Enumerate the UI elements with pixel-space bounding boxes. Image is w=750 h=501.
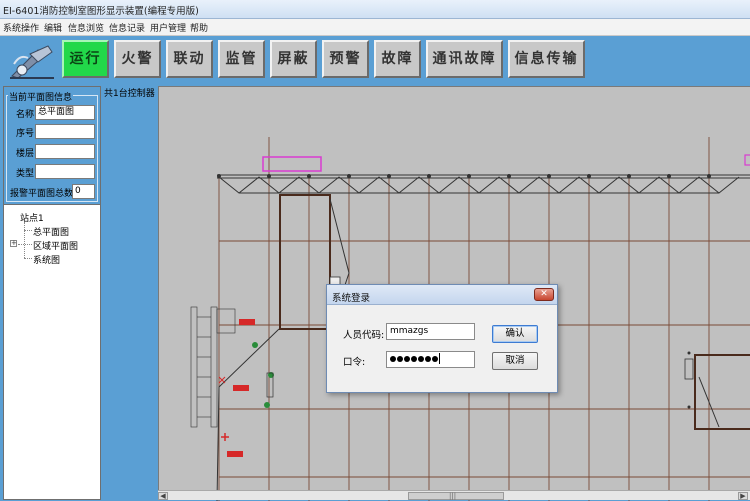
fire-alarm-button[interactable]: 火警	[114, 40, 161, 78]
device-markers	[218, 319, 274, 457]
close-icon[interactable]: ✕	[534, 288, 554, 301]
login-dialog-titlebar: 系统登录 ✕	[327, 285, 557, 305]
menu-user-management[interactable]: 用户管理	[150, 21, 186, 34]
title-bar: EI-6401消防控制室图形显示装置(编程专用版)	[0, 0, 750, 19]
shield-button[interactable]: 屏蔽	[270, 40, 317, 78]
tree-connector	[24, 258, 32, 259]
password-label: 口令:	[343, 357, 366, 368]
user-code-label: 人员代码:	[343, 330, 385, 341]
user-code-input[interactable]: mmazgs	[386, 323, 475, 340]
menu-system-operation[interactable]: 系统操作	[3, 21, 39, 34]
alarm-plan-total-label: 报警平面图总数	[10, 189, 74, 199]
run-button[interactable]: 运行	[62, 40, 109, 78]
controller-count-label: 共1台控制器	[104, 89, 155, 99]
menu-info-browse[interactable]: 信息浏览	[68, 21, 104, 34]
scroll-grip-icon: |||	[449, 492, 457, 500]
site-tree: 站点1 总平面图 + 区域平面图 系统图	[4, 207, 100, 499]
selected-device-marker	[262, 156, 322, 172]
tree-item-master-plan[interactable]: 总平面图	[33, 225, 69, 238]
password-dot	[404, 355, 410, 362]
password-dot	[397, 355, 403, 362]
plan-floor-label: 楼层	[15, 149, 34, 159]
cancel-button[interactable]: 取消	[492, 352, 538, 370]
plan-type-field[interactable]	[35, 164, 95, 179]
tree-connector	[24, 230, 32, 231]
password-dot	[425, 355, 431, 362]
linkage-button[interactable]: 联动	[166, 40, 213, 78]
tree-expand-icon[interactable]: +	[10, 240, 17, 247]
comm-fault-button[interactable]: 通讯故障	[426, 40, 503, 78]
password-dot	[390, 355, 396, 362]
right-room	[684, 354, 750, 430]
app-window: EI-6401消防控制室图形显示装置(编程专用版) 系统操作 编辑 信息浏览 信…	[0, 0, 750, 501]
text-cursor	[439, 353, 440, 364]
plan-name-label: 名称	[15, 110, 34, 120]
plan-name-field[interactable]: 总平面图	[35, 105, 95, 120]
app-logo-icon	[8, 42, 56, 80]
room-outline	[279, 194, 331, 330]
left-panel: 当前平面图信息 名称 总平面图 序号 楼层 类型 报警平面图总数 0 站点1 总…	[3, 86, 101, 500]
plan-type-label: 类型	[15, 169, 34, 179]
plan-info-group: 当前平面图信息 名称 总平面图 序号 楼层 类型 报警平面图总数 0	[4, 87, 100, 205]
menu-info-record[interactable]: 信息记录	[109, 21, 145, 34]
plan-seq-field[interactable]	[35, 124, 95, 139]
login-dialog-title: 系统登录	[332, 293, 371, 304]
menu-bar: 系统操作 编辑 信息浏览 信息记录 用户管理 帮助	[0, 19, 750, 36]
horizontal-scrollbar[interactable]: ◀ ||| ▶	[158, 490, 750, 500]
info-transfer-button[interactable]: 信息传输	[508, 40, 585, 78]
plan-info-legend: 当前平面图信息	[8, 90, 74, 103]
plan-floor-field[interactable]	[35, 144, 95, 159]
password-dot	[411, 355, 417, 362]
password-input[interactable]	[386, 351, 475, 368]
window-title: EI-6401消防控制室图形显示装置(编程专用版)	[3, 6, 199, 17]
menu-help[interactable]: 帮助	[190, 21, 208, 34]
confirm-button[interactable]: 确认	[492, 325, 538, 343]
scroll-right-arrow-icon[interactable]: ▶	[738, 492, 748, 500]
scroll-thumb[interactable]: |||	[408, 492, 504, 500]
tree-item-area-plan[interactable]: 区域平面图	[33, 239, 78, 252]
password-dot	[418, 355, 424, 362]
password-dot	[432, 355, 438, 362]
plan-seq-label: 序号	[15, 129, 34, 139]
menu-edit[interactable]: 编辑	[44, 21, 62, 34]
scroll-left-arrow-icon[interactable]: ◀	[158, 492, 168, 500]
login-dialog: 系统登录 ✕ 人员代码: mmazgs 口令: 确认 取消	[326, 284, 558, 393]
supervision-button[interactable]: 监管	[218, 40, 265, 78]
tree-connector	[18, 244, 32, 245]
tree-item-system-diagram[interactable]: 系统图	[33, 253, 60, 266]
pre-alarm-button[interactable]: 预警	[322, 40, 369, 78]
fault-button[interactable]: 故障	[374, 40, 421, 78]
password-mask	[390, 354, 439, 364]
tree-connector	[24, 222, 25, 258]
alarm-plan-total-field[interactable]: 0	[72, 184, 95, 199]
